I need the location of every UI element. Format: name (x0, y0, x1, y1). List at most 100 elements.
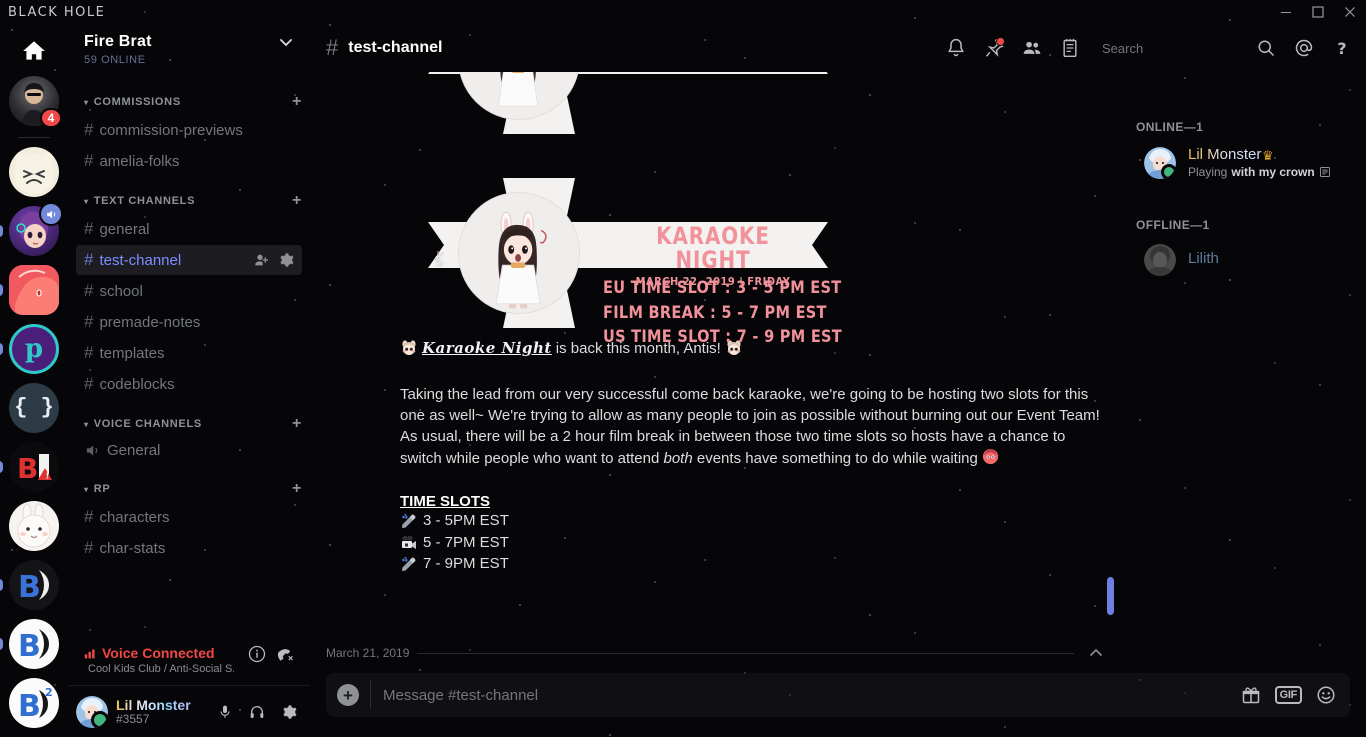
pin-unread-dot (996, 37, 1005, 46)
member-lilith[interactable]: Lilith (1136, 240, 1358, 280)
chevron-down-icon: ▾ (84, 484, 89, 494)
upload-attachment-button[interactable]: + (326, 673, 370, 717)
guild-white-bunny[interactable] (9, 501, 59, 551)
sidebar-item-templates[interactable]: # templates (76, 338, 302, 368)
search-input[interactable]: Search (1096, 36, 1240, 60)
minimize-icon (1281, 12, 1291, 13)
speaker-icon (46, 210, 55, 218)
gift-icon (1242, 687, 1259, 704)
window-controls (1270, 0, 1366, 24)
help-button[interactable]: ? (1330, 36, 1354, 60)
status-online-dot (1161, 163, 1176, 179)
sidebar-item-voice-general[interactable]: General (76, 437, 302, 464)
gear-icon (283, 704, 297, 719)
notifications-bell-button[interactable] (944, 36, 968, 60)
category-voice-channels[interactable]: ▾ VOICE CHANNELS + (68, 400, 310, 436)
search-placeholder: Search (1102, 40, 1144, 56)
chibi-emoji-icon (400, 340, 418, 358)
paragraph-italic: both (663, 449, 693, 467)
guild-purple-girl[interactable] (0, 202, 63, 256)
maximize-icon (1312, 6, 1324, 18)
category-commissions[interactable]: ▾ COMMISSIONS + (68, 78, 310, 114)
microphone-icon (400, 512, 418, 530)
member-lil-monster[interactable]: Lil Monster Playing with my crown ♛ (1136, 142, 1358, 184)
sidebar-item-test-channel[interactable]: # test-channel (76, 245, 302, 275)
hash-icon: # (84, 120, 94, 139)
gift-button[interactable] (1241, 685, 1261, 705)
channel-label: codeblocks (99, 375, 175, 393)
member-list-toggle-button[interactable] (1020, 36, 1044, 60)
mute-microphone-button[interactable] (212, 699, 238, 725)
category-label: TEXT CHANNELS (93, 195, 196, 207)
home-icon (23, 41, 45, 60)
maximize-button[interactable] (1302, 0, 1334, 24)
jump-to-present-icon[interactable] (1088, 645, 1104, 661)
pinned-messages-button[interactable] (982, 36, 1006, 60)
category-text-channels[interactable]: ▾ TEXT CHANNELS + (68, 177, 310, 213)
disconnect-call-icon[interactable] (276, 645, 294, 663)
guild-b-squared[interactable]: B 2 (9, 678, 59, 728)
add-channel-icon[interactable]: + (292, 481, 302, 497)
channel-list: ▾ COMMISSIONS + # commission-previews # … (68, 72, 310, 637)
emoji-picker-button[interactable] (1316, 685, 1336, 705)
search-button[interactable] (1254, 36, 1278, 60)
message-input[interactable]: Message #test-channel (371, 687, 1241, 704)
svg-text:2: 2 (45, 686, 53, 699)
close-button[interactable] (1334, 0, 1366, 24)
svg-text:B: B (18, 570, 41, 605)
avatar[interactable] (76, 695, 108, 728)
channel-settings-gear-icon[interactable] (278, 252, 294, 268)
sidebar-item-char-stats[interactable]: # char-stats (76, 533, 302, 563)
guild-b-dark[interactable]: B (0, 560, 59, 610)
guild-p-logo[interactable]: p (0, 324, 59, 374)
minimize-button[interactable] (1270, 0, 1302, 24)
svg-text:B: B (18, 629, 41, 664)
channel-actions (254, 252, 294, 268)
deafen-button[interactable] (244, 699, 270, 725)
channel-label: test-channel (99, 251, 182, 269)
guild-rail: 4 p {} B ! B B B 2 (0, 0, 68, 737)
invite-people-icon[interactable] (254, 252, 270, 268)
sidebar-item-school[interactable]: # school (76, 276, 302, 306)
voice-connection-panel: Voice Connected Cool Kids Club / Anti-So… (76, 637, 302, 681)
chevron-down-icon: ▾ (84, 97, 89, 107)
user-settings-button[interactable] (276, 699, 302, 725)
svg-text:B: B (18, 689, 41, 724)
sidebar-item-general[interactable]: # general (76, 214, 302, 244)
add-channel-icon[interactable]: + (292, 193, 302, 209)
message-list[interactable]: EU TIME SLOT: 3 - 5 PM EST FILM BREAK: 5… (310, 72, 1120, 673)
guild-red-anime[interactable] (0, 265, 59, 315)
sidebar-item-premade-notes[interactable]: # premade-notes (76, 307, 302, 337)
sidebar-item-amelia-folks[interactable]: # amelia-folks (76, 146, 302, 176)
banner-character-circle (458, 192, 580, 314)
hash-icon: # (84, 507, 94, 526)
guild-braces[interactable]: { } (9, 383, 59, 433)
sidebar-item-commission-previews[interactable]: # commission-previews (76, 115, 302, 145)
chevron-down-icon: ▾ (84, 196, 89, 206)
guild-b-white[interactable]: B (0, 619, 59, 669)
b-dark-icon: B (18, 570, 49, 605)
mentions-button[interactable] (1292, 36, 1316, 60)
gif-picker-button[interactable]: GIF (1274, 685, 1302, 705)
add-channel-icon[interactable]: + (292, 94, 302, 110)
guild-avatar-man[interactable]: 4 (9, 75, 62, 128)
sidebar-item-characters[interactable]: # characters (76, 502, 302, 532)
home-button[interactable] (9, 34, 59, 68)
svg-text:?: ? (1337, 39, 1346, 58)
banner-slot-lines: EU TIME SLOT : 3 - 5 PM EST FILM BREAK :… (603, 276, 855, 350)
category-rp[interactable]: ▾ RP + (68, 465, 310, 501)
guild-separator (18, 136, 50, 138)
svg-text:!: ! (46, 472, 50, 481)
guild-b-red[interactable]: B ! (0, 442, 59, 492)
guild-white-cat[interactable] (9, 147, 59, 197)
add-channel-icon[interactable]: + (292, 416, 302, 432)
voice-info-icon[interactable] (248, 645, 266, 663)
time-slot-row: 5 - 7PM EST (400, 532, 1104, 554)
notepad-button[interactable] (1058, 36, 1082, 60)
message-scrollbar-thumb[interactable] (1107, 577, 1114, 615)
question-mark-icon: ? (1337, 39, 1346, 58)
sidebar-item-codeblocks[interactable]: # codeblocks (76, 369, 302, 399)
message-paragraph: Taking the lead from our very successful… (400, 384, 1104, 469)
page-title: test-channel (348, 39, 443, 56)
avatar (1144, 146, 1176, 179)
